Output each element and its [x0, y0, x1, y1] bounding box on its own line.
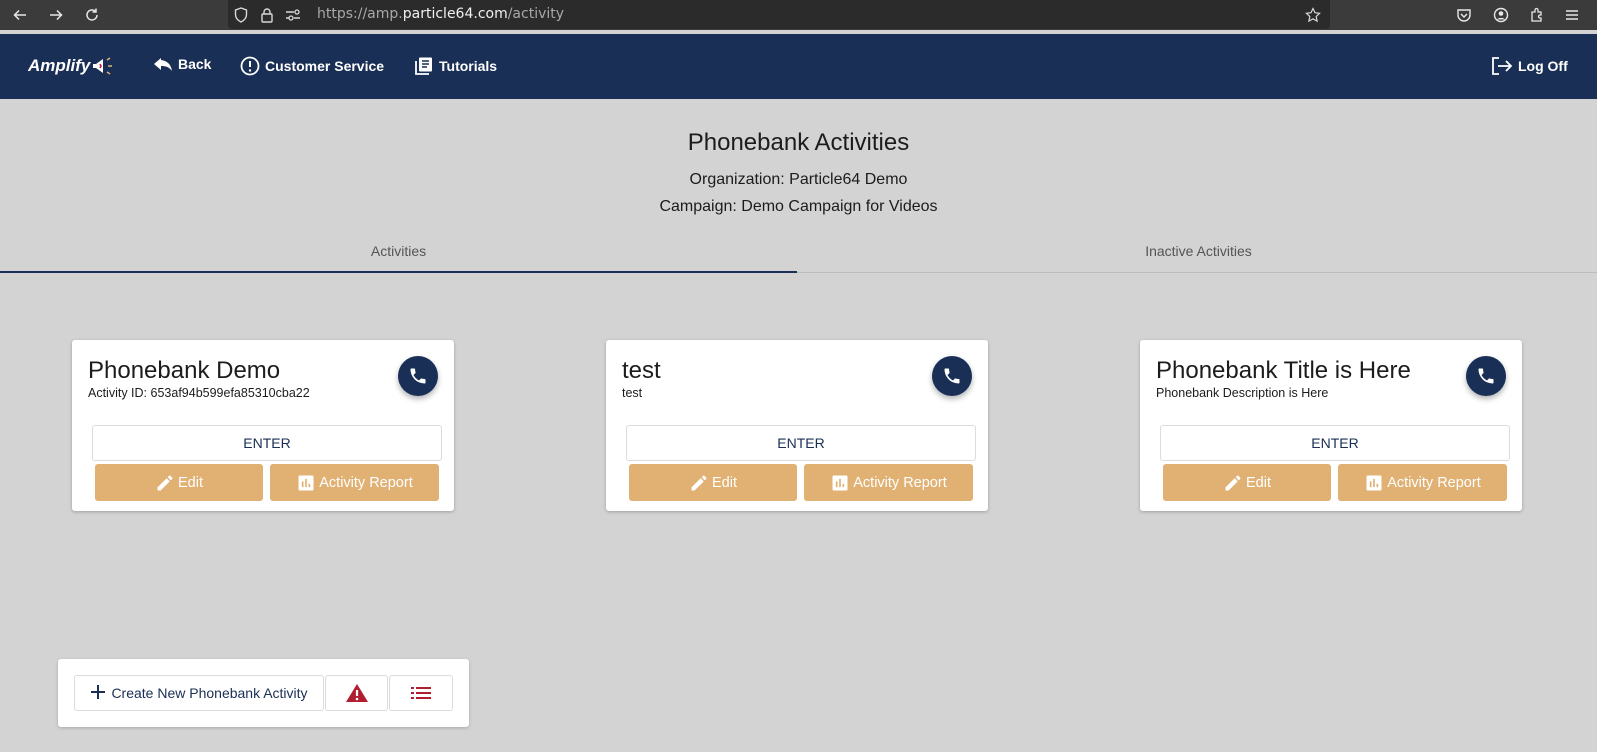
- tutorials-link[interactable]: Tutorials: [414, 56, 497, 76]
- tab-inactive-activities[interactable]: Inactive Activities: [800, 228, 1597, 273]
- bottom-toolbar: Create New Phonebank Activity: [58, 659, 469, 727]
- customer-service-link[interactable]: Customer Service: [240, 56, 384, 76]
- card-description: Phonebank Description is Here: [1156, 386, 1329, 400]
- organization-label: Organization: Particle64 Demo: [689, 171, 908, 188]
- shield-icon: [232, 6, 250, 24]
- bar-chart-icon: [832, 475, 848, 490]
- card-title: Phonebank Title is Here: [1156, 357, 1411, 384]
- url-text: https://amp.particle64.com/activity: [317, 6, 565, 22]
- bookmark-star-icon[interactable]: [1304, 6, 1322, 24]
- menu-icon[interactable]: [1561, 4, 1583, 26]
- pencil-icon: [1225, 475, 1241, 490]
- activity-report-label: Activity Report: [1387, 474, 1481, 491]
- extensions-icon[interactable]: [1526, 4, 1548, 26]
- lock-icon: [258, 6, 276, 24]
- activity-card: test test ENTER Edit Activity Report: [606, 340, 988, 511]
- alerts-button[interactable]: [325, 675, 388, 711]
- log-off-label: Log Off: [1518, 58, 1568, 74]
- activity-card: Phonebank Demo Activity ID: 653af94b599e…: [72, 340, 454, 511]
- create-activity-button[interactable]: Create New Phonebank Activity: [74, 675, 324, 711]
- bar-chart-icon: [1366, 475, 1382, 490]
- permissions-icon[interactable]: [284, 6, 302, 24]
- card-description: test: [622, 386, 643, 400]
- activity-report-button[interactable]: Activity Report: [1338, 464, 1507, 501]
- activity-report-button[interactable]: Activity Report: [270, 464, 439, 501]
- browser-toolbar: https://amp.particle64.com/activity: [0, 0, 1597, 30]
- activity-report-button[interactable]: Activity Report: [804, 464, 973, 501]
- pocket-icon[interactable]: [1453, 4, 1475, 26]
- alert-circle-icon: [240, 56, 260, 76]
- list-icon: [411, 687, 431, 699]
- plus-icon: [90, 682, 106, 704]
- call-button[interactable]: [398, 356, 438, 396]
- phone-icon: [1478, 368, 1494, 384]
- reply-arrow-icon: [154, 58, 172, 71]
- address-bar[interactable]: https://amp.particle64.com/activity: [228, 0, 1330, 29]
- back-link[interactable]: Back: [153, 56, 211, 72]
- account-icon[interactable]: [1490, 4, 1512, 26]
- enter-button[interactable]: ENTER: [626, 425, 976, 461]
- enter-button[interactable]: ENTER: [1160, 425, 1510, 461]
- card-title: test: [622, 357, 661, 384]
- library-books-icon: [415, 57, 432, 75]
- edit-label: Edit: [712, 474, 737, 491]
- reload-icon[interactable]: [81, 4, 103, 26]
- logo-text: Amplify: [28, 56, 91, 75]
- enter-button[interactable]: ENTER: [92, 425, 442, 461]
- active-tab-indicator: [0, 271, 797, 273]
- campaign-label: Campaign: Demo Campaign for Videos: [659, 198, 938, 215]
- log-off-link[interactable]: Log Off: [1491, 56, 1568, 76]
- card-title: Phonebank Demo: [88, 357, 281, 384]
- edit-button[interactable]: Edit: [629, 464, 797, 501]
- pencil-icon: [691, 475, 707, 490]
- phone-icon: [410, 368, 426, 384]
- amplify-logo[interactable]: Amplify: [28, 54, 115, 78]
- edit-button[interactable]: Edit: [95, 464, 263, 501]
- edit-label: Edit: [1246, 474, 1271, 491]
- page-title: Phonebank Activities: [687, 129, 910, 156]
- forward-arrow-icon[interactable]: [45, 4, 67, 26]
- warning-icon: [345, 684, 368, 702]
- activity-report-label: Activity Report: [319, 474, 413, 491]
- back-arrow-icon[interactable]: [9, 4, 31, 26]
- logout-icon: [1492, 57, 1513, 75]
- back-label: Back: [178, 56, 212, 72]
- call-button[interactable]: [1466, 356, 1506, 396]
- bar-chart-icon: [298, 475, 314, 490]
- activity-report-label: Activity Report: [853, 474, 947, 491]
- call-button[interactable]: [932, 356, 972, 396]
- tab-activities[interactable]: Activities: [0, 228, 797, 273]
- activity-tabs: Activities Inactive Activities: [0, 228, 1597, 273]
- app-header: Amplify Back Customer Service Tutorials …: [0, 34, 1597, 99]
- tutorials-label: Tutorials: [439, 58, 498, 74]
- megaphone-icon: [93, 57, 113, 75]
- customer-service-label: Customer Service: [265, 58, 385, 74]
- edit-button[interactable]: Edit: [1163, 464, 1331, 501]
- pencil-icon: [157, 475, 173, 490]
- card-description: Activity ID: 653af94b599efa85310cba22: [88, 386, 310, 400]
- phone-icon: [944, 368, 960, 384]
- list-view-button[interactable]: [389, 675, 453, 711]
- create-activity-label: Create New Phonebank Activity: [111, 685, 308, 701]
- edit-label: Edit: [178, 474, 203, 491]
- activity-card: Phonebank Title is Here Phonebank Descri…: [1140, 340, 1522, 511]
